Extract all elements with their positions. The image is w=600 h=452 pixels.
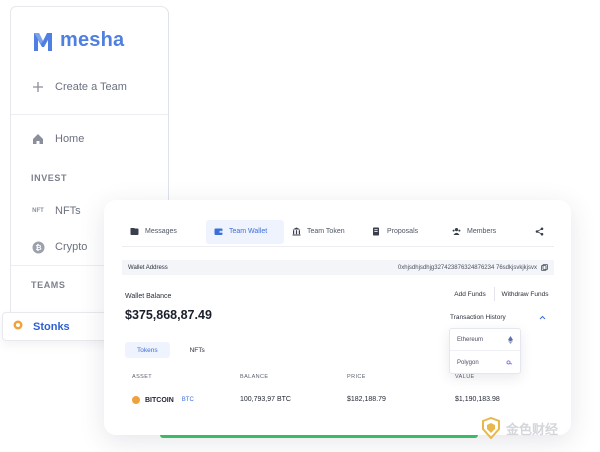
tab-label: Team Wallet [229,228,268,235]
asset-name: BITCOIN [145,396,174,404]
create-team-button[interactable]: Create a Team [31,80,127,94]
wallet-balance-label: Wallet Balance [125,293,172,300]
members-icon [452,228,461,235]
add-funds-button[interactable]: Add Funds [448,287,492,301]
tab-label: Proposals [387,228,419,235]
menu-item-ethereum[interactable]: Ethereum [450,329,520,351]
column-header-balance: BALANCE [240,374,269,380]
menu-item-label: Ethereum [457,336,484,343]
wallet-address-bar: Wallet Address 0xhjsdhjsdhjg327423876324… [122,260,554,275]
chevron-up-icon [539,315,546,319]
asset-price: $182,188.79 [347,396,386,403]
folder-icon [130,228,139,235]
table-row-asset[interactable]: BITCOIN BTC [132,396,194,404]
tab-proposals[interactable]: Proposals [364,220,444,244]
sidebar-item-crypto[interactable]: ₿ Crypto [31,240,87,254]
tab-nfts[interactable]: NFTs [178,342,217,358]
watermark-logo-icon [482,417,500,439]
document-icon [373,227,379,236]
sidebar-item-label: Home [55,133,85,145]
wallet-icon [214,228,223,235]
bank-icon [292,227,301,236]
menu-item-label: Polygon [457,360,479,366]
menu-item-polygon[interactable]: Polygon [450,352,520,374]
divider [11,114,168,115]
tab-label: Members [467,228,497,235]
divider [494,287,495,301]
brand-name: mesha [60,29,125,51]
tab-messages[interactable]: Messages [122,220,206,244]
wallet-address-label: Wallet Address [128,264,168,271]
asset-symbol: BTC [181,397,194,403]
tab-label: Messages [145,228,177,235]
sidebar-item-label: Crypto [55,241,88,253]
sidebar-item-nfts[interactable]: NFT NFTs [31,204,81,218]
tab-members[interactable]: Members [444,220,524,244]
mesha-logo-icon [34,32,52,51]
create-team-label: Create a Team [55,81,127,93]
team-wallet-card: Messages Team Wallet Team Token Proposal… [104,200,571,435]
copy-icon[interactable] [541,264,548,271]
tab-tokens[interactable]: Tokens [125,342,170,358]
team-avatar-icon [13,320,23,333]
column-header-price: PRICE [347,374,366,380]
wallet-address-value: 0xhjsdhjsdhjg327423876324876234 76sdkjsv… [397,264,537,271]
ethereum-icon [508,335,513,344]
svg-text:₿: ₿ [35,243,41,252]
sidebar-item-label: NFTs [55,205,81,217]
transaction-history-dropdown[interactable]: Transaction History [450,310,546,324]
wallet-balance-value: $375,868,87.49 [125,308,212,322]
sidebar-item-label: Stonks [33,320,70,333]
asset-balance: 100,793,97 BTC [240,396,291,403]
invest-heading: INVEST [31,173,68,183]
network-dropdown-menu: Ethereum Polygon [449,328,521,374]
brand-logo[interactable]: mesha [33,29,124,52]
share-button[interactable] [524,220,554,244]
asset-subtabs: Tokens NFTs [125,342,217,358]
tab-team-wallet[interactable]: Team Wallet [206,219,284,244]
nft-icon: NFT [32,208,44,214]
home-icon [31,132,45,146]
column-header-asset: ASSET [132,374,153,380]
withdraw-funds-button[interactable]: Withdraw Funds [496,287,554,301]
tab-label: Team Token [307,228,345,235]
bitcoin-icon: ₿ [31,240,45,254]
tab-team-token[interactable]: Team Token [284,220,364,244]
column-header-value: VALUE [455,374,475,380]
share-icon [535,227,543,236]
watermark-text: 金色财经 [506,421,559,437]
bitcoin-icon [132,396,140,404]
teams-heading: TEAMS [31,280,66,290]
transaction-history-label: Transaction History [450,313,506,321]
watermark: 金色财经 [480,417,558,439]
plus-icon [31,80,45,94]
tab-bar: Messages Team Wallet Team Token Proposal… [122,217,554,247]
polygon-icon [506,360,513,365]
sidebar-item-home[interactable]: Home [31,132,84,146]
asset-value: $1,190,183.98 [455,396,500,403]
